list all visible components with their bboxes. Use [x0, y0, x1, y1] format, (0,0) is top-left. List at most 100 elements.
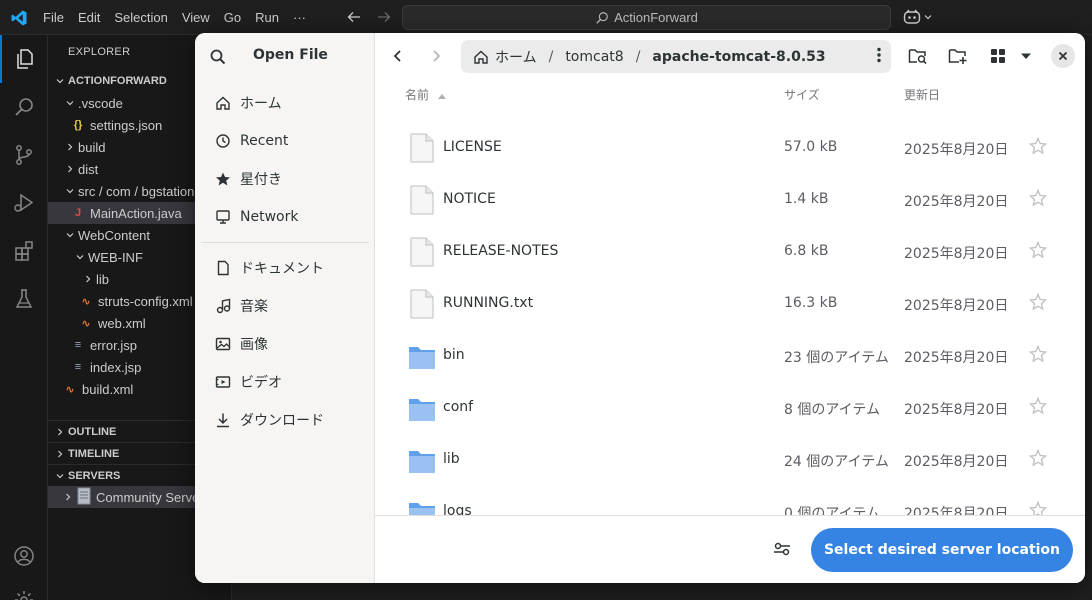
folder-row[interactable]: conf 8 個のアイテム 2025年8月20日 [375, 381, 1085, 433]
menu-more[interactable]: ··· [286, 10, 313, 25]
file-row[interactable]: RELEASE-NOTES 6.8 kB 2025年8月20日 [375, 225, 1085, 277]
file-name: LICENSE [443, 139, 502, 155]
star-outline-icon[interactable] [1029, 189, 1047, 207]
folder-icon [409, 503, 435, 515]
music-icon [216, 298, 231, 314]
star-outline-icon[interactable] [1029, 241, 1047, 259]
bookmark-label: 音楽 [240, 299, 268, 315]
file-name: lib [443, 451, 460, 467]
chevron-right-icon [80, 271, 96, 287]
file-icon [410, 237, 434, 267]
search-icon [15, 98, 33, 116]
explorer-button[interactable] [0, 35, 48, 83]
vscode-logo-icon [11, 10, 27, 26]
more-vertical-icon [877, 47, 881, 62]
folder-row[interactable]: lib 24 個のアイテム 2025年8月20日 [375, 433, 1085, 485]
browse-button[interactable] [907, 45, 929, 67]
folder-row[interactable]: logs 0 個のアイテム 2025年8月20日 [375, 485, 1085, 515]
file-date: 2025年8月20日 [904, 194, 1009, 210]
new-folder-button[interactable] [947, 45, 969, 67]
bookmark-documents[interactable]: ドキュメント [215, 253, 324, 283]
folder-icon [409, 399, 435, 421]
place-recent[interactable]: Recent [215, 126, 288, 156]
source-control-button[interactable] [0, 131, 48, 179]
column-size-header[interactable]: サイズ [784, 86, 820, 103]
home-icon [216, 96, 230, 110]
search-icon[interactable] [209, 48, 227, 66]
star-outline-icon[interactable] [1029, 501, 1047, 515]
manage-button[interactable] [0, 576, 48, 600]
bookmark-videos[interactable]: ビデオ [215, 367, 282, 397]
place-label: ホーム [240, 96, 282, 112]
server-icon [76, 487, 92, 508]
file-size: 16.3 kB [784, 295, 838, 311]
column-modified-header[interactable]: 更新日 [904, 86, 940, 103]
command-center[interactable]: ActionForward [402, 5, 891, 30]
path-home-button[interactable]: ホーム [461, 47, 543, 67]
close-button[interactable] [1051, 44, 1075, 68]
download-icon [217, 413, 229, 428]
account-button[interactable] [0, 532, 48, 580]
section-label: SERVERS [68, 469, 121, 482]
xml-file-icon: ∿ [81, 295, 91, 308]
file-date: 2025年8月20日 [904, 350, 1009, 366]
bookmark-label: ビデオ [240, 375, 282, 391]
menu-file[interactable]: File [36, 10, 71, 25]
star-outline-icon[interactable] [1029, 137, 1047, 155]
menu-go[interactable]: Go [217, 10, 248, 25]
file-date: 2025年8月20日 [904, 506, 1009, 515]
caret-down-icon [1021, 53, 1031, 59]
file-name: RELEASE-NOTES [443, 243, 559, 259]
file-size: 23 個のアイテム [784, 350, 889, 366]
path-bar: ホーム / tomcat8 / apache-tomcat-8.0.53 [461, 40, 891, 73]
file-row[interactable]: RUNNING.txt 16.3 kB 2025年8月20日 [375, 277, 1085, 329]
path-separator: / [635, 48, 641, 65]
bookmark-music[interactable]: 音楽 [215, 291, 268, 321]
star-outline-icon[interactable] [1029, 293, 1047, 311]
bookmark-label: ドキュメント [240, 261, 324, 277]
path-segment[interactable]: tomcat8 [559, 49, 629, 65]
tree-item-label: lib [96, 271, 110, 287]
menu-run[interactable]: Run [248, 10, 286, 25]
bookmark-pictures[interactable]: 画像 [215, 329, 268, 359]
extensions-button[interactable] [0, 227, 48, 275]
path-menu-button[interactable] [877, 47, 891, 67]
chevron-down-icon [62, 227, 78, 243]
folder-row[interactable]: bin 23 個のアイテム 2025年8月20日 [375, 329, 1085, 381]
file-row[interactable]: LICENSE 57.0 kB 2025年8月20日 [375, 121, 1085, 173]
document-icon [217, 260, 229, 276]
select-location-button[interactable]: Select desired server location [811, 528, 1073, 572]
copilot-menu[interactable] [903, 9, 933, 25]
place-home[interactable]: ホーム [215, 88, 282, 118]
menu-view[interactable]: View [175, 10, 217, 25]
path-current-segment[interactable]: apache-tomcat-8.0.53 [646, 49, 831, 65]
view-grid-button[interactable] [987, 45, 1009, 67]
star-outline-icon[interactable] [1029, 397, 1047, 415]
forward-arrow-icon[interactable] [376, 9, 392, 25]
place-label: Recent [240, 133, 289, 149]
place-starred[interactable]: 星付き [215, 164, 282, 194]
tree-item-label: struts-config.xml [98, 293, 193, 309]
testing-button[interactable] [0, 275, 48, 323]
view-options-button[interactable] [1015, 45, 1037, 67]
root-folder-label: ACTIONFORWARD [68, 75, 167, 87]
file-row[interactable]: NOTICE 1.4 kB 2025年8月20日 [375, 173, 1085, 225]
folder-search-icon [908, 49, 927, 65]
copilot-icon [903, 9, 921, 24]
back-arrow-icon[interactable] [346, 9, 362, 25]
back-button[interactable] [387, 45, 409, 67]
menu-edit[interactable]: Edit [71, 10, 107, 25]
chevron-left-icon [393, 50, 401, 62]
run-debug-button[interactable] [0, 179, 48, 227]
filter-toggle-icon[interactable] [773, 541, 791, 557]
place-network[interactable]: Network [215, 202, 298, 232]
forward-button[interactable] [425, 45, 447, 67]
search-button[interactable] [0, 83, 48, 131]
column-name-header[interactable]: 名前 [405, 86, 447, 103]
bookmark-downloads[interactable]: ダウンロード [215, 405, 324, 435]
file-size: 24 個のアイテム [784, 454, 889, 470]
star-outline-icon[interactable] [1029, 449, 1047, 467]
star-outline-icon[interactable] [1029, 345, 1047, 363]
menu-selection[interactable]: Selection [107, 10, 174, 25]
file-icon [410, 185, 434, 215]
